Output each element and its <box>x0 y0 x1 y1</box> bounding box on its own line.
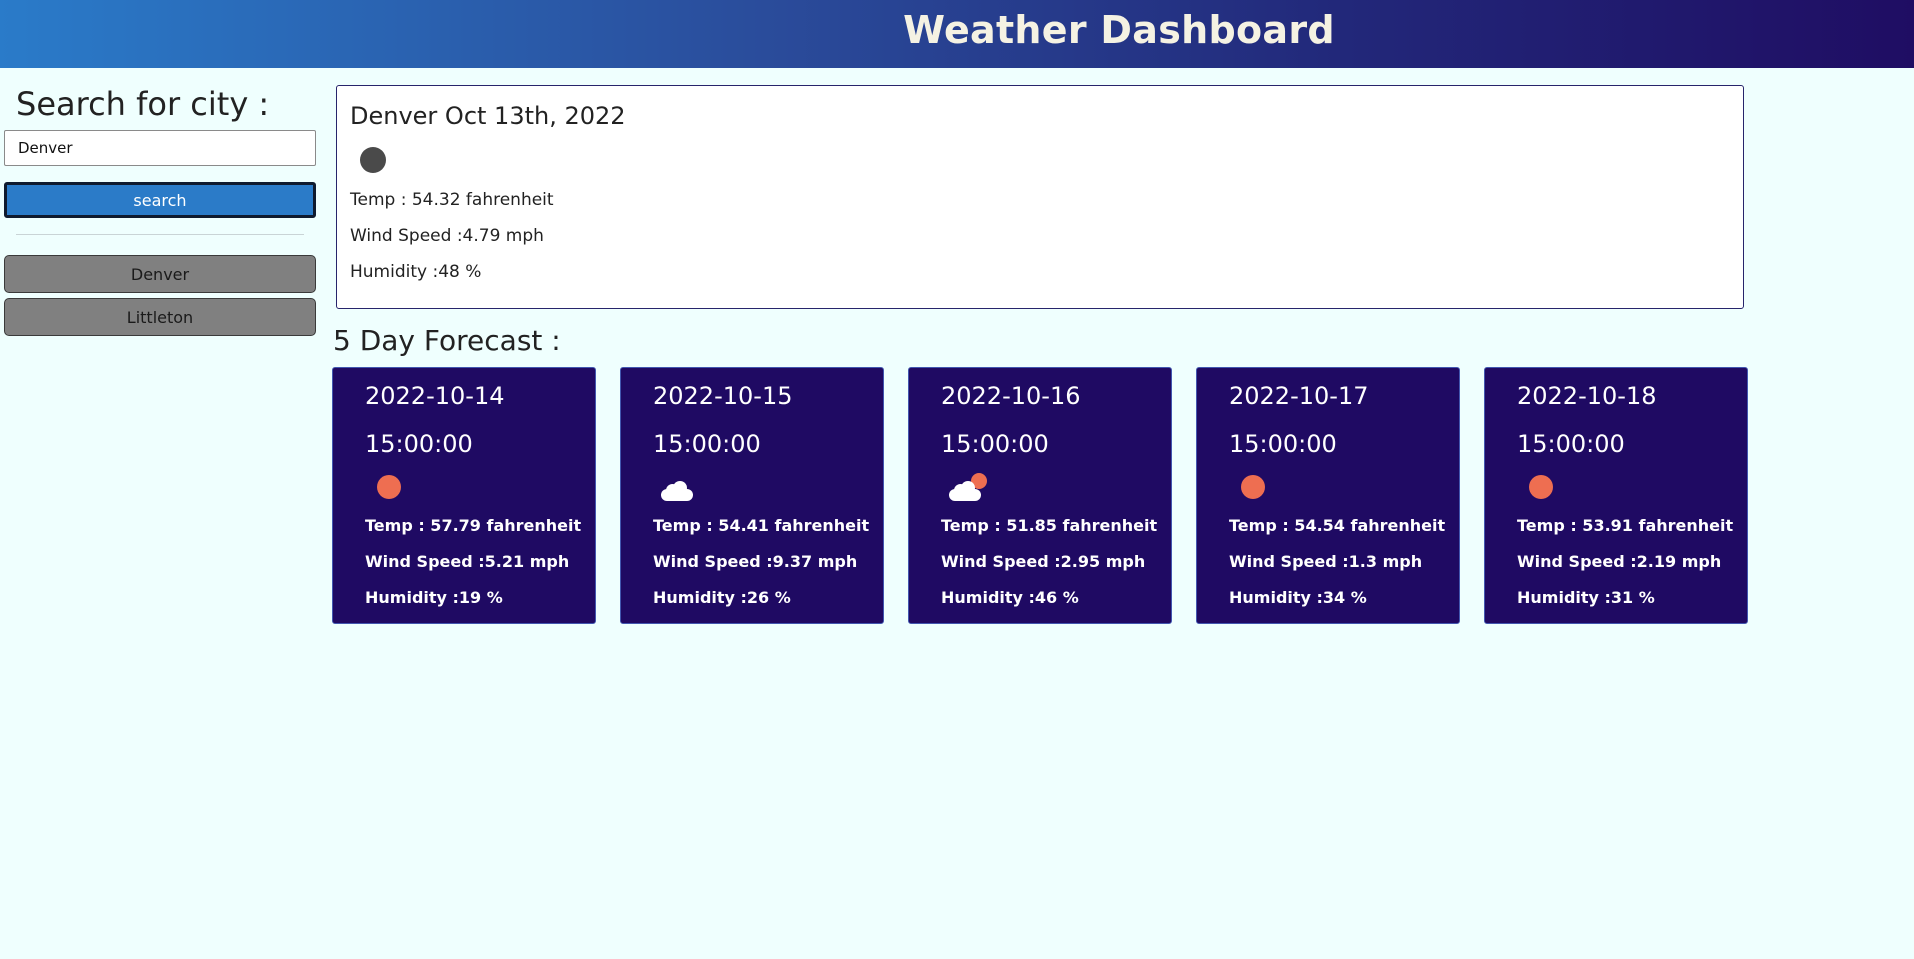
current-weather-card: Denver Oct 13th, 2022 Temp : 54.32 fahre… <box>336 85 1744 309</box>
sun-icon <box>1525 467 1569 505</box>
forecast-wind: Wind Speed :9.37 mph <box>653 552 858 571</box>
forecast-date: 2022-10-15 <box>653 382 793 410</box>
forecast-humidity: Humidity :31 % <box>1517 588 1655 607</box>
forecast-title: 5 Day Forecast : <box>333 324 561 357</box>
forecast-temp: Temp : 54.41 fahrenheit <box>653 516 870 535</box>
forecast-time: 15:00:00 <box>365 430 473 458</box>
moon-icon <box>360 140 400 180</box>
forecast-humidity: Humidity :34 % <box>1229 588 1367 607</box>
sun-icon <box>1237 467 1281 505</box>
cloud-icon <box>661 467 705 505</box>
forecast-row: 2022-10-14 15:00:00 Temp : 57.79 fahrenh… <box>332 367 1748 624</box>
sun-icon <box>373 467 417 505</box>
forecast-wind: Wind Speed :2.95 mph <box>941 552 1146 571</box>
forecast-humidity: Humidity :19 % <box>365 588 503 607</box>
forecast-wind: Wind Speed :5.21 mph <box>365 552 570 571</box>
forecast-humidity: Humidity :26 % <box>653 588 791 607</box>
forecast-card: 2022-10-18 15:00:00 Temp : 53.91 fahrenh… <box>1484 367 1748 624</box>
forecast-time: 15:00:00 <box>1229 430 1337 458</box>
current-wind: Wind Speed :4.79 mph <box>350 226 544 246</box>
page-title: Weather Dashboard <box>903 8 1335 52</box>
forecast-humidity: Humidity :46 % <box>941 588 1079 607</box>
forecast-temp: Temp : 54.54 fahrenheit <box>1229 516 1446 535</box>
forecast-date: 2022-10-18 <box>1517 382 1657 410</box>
city-search-input[interactable] <box>4 130 316 166</box>
forecast-temp: Temp : 57.79 fahrenheit <box>365 516 582 535</box>
app-header: Weather Dashboard <box>0 0 1914 68</box>
partly-cloudy-icon <box>949 467 993 505</box>
forecast-date: 2022-10-16 <box>941 382 1081 410</box>
search-button[interactable]: search <box>4 182 316 218</box>
forecast-temp: Temp : 51.85 fahrenheit <box>941 516 1158 535</box>
forecast-temp: Temp : 53.91 fahrenheit <box>1517 516 1734 535</box>
sidebar-divider <box>16 234 304 235</box>
current-humidity: Humidity :48 % <box>350 262 482 282</box>
forecast-wind: Wind Speed :2.19 mph <box>1517 552 1722 571</box>
forecast-time: 15:00:00 <box>653 430 761 458</box>
forecast-date: 2022-10-17 <box>1229 382 1369 410</box>
forecast-card: 2022-10-15 15:00:00 Temp : 54.41 fahrenh… <box>620 367 884 624</box>
history-button-littleton[interactable]: Littleton <box>4 298 316 336</box>
forecast-card: 2022-10-17 15:00:00 Temp : 54.54 fahrenh… <box>1196 367 1460 624</box>
forecast-card: 2022-10-16 15:00:00 Temp : 51.85 fahrenh… <box>908 367 1172 624</box>
forecast-time: 15:00:00 <box>1517 430 1625 458</box>
forecast-card: 2022-10-14 15:00:00 Temp : 57.79 fahrenh… <box>332 367 596 624</box>
search-title: Search for city : <box>16 85 270 123</box>
forecast-date: 2022-10-14 <box>365 382 505 410</box>
sidebar: Search for city : search Denver Littleto… <box>4 80 316 336</box>
forecast-wind: Wind Speed :1.3 mph <box>1229 552 1423 571</box>
current-weather-heading: Denver Oct 13th, 2022 <box>350 102 626 130</box>
current-temp: Temp : 54.32 fahrenheit <box>350 190 554 210</box>
history-button-denver[interactable]: Denver <box>4 255 316 293</box>
forecast-time: 15:00:00 <box>941 430 1049 458</box>
